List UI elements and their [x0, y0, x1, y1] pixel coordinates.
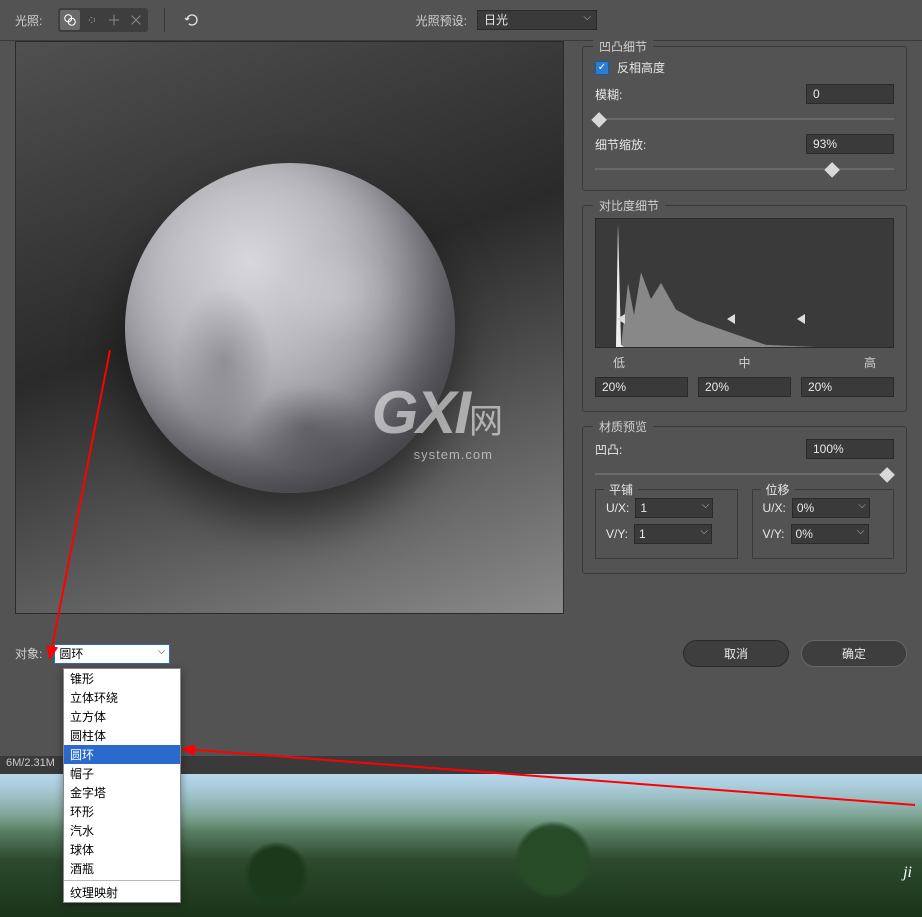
contrast-high-input[interactable]: [801, 377, 894, 397]
ok-button[interactable]: 确定: [801, 640, 907, 667]
offset-ux-label: U/X:: [763, 501, 786, 515]
contrast-low-input[interactable]: [595, 377, 688, 397]
tile-ux-select[interactable]: 1: [635, 498, 713, 518]
dropdown-item[interactable]: 圆柱体: [64, 726, 180, 745]
tile-ux-label: U/X:: [606, 501, 629, 515]
material-preview-group: 材质预览 凹凸: 平铺 U/X: 1 V/Y: [582, 426, 907, 574]
dropdown-item[interactable]: 立体环绕: [64, 688, 180, 707]
tile-vy-label: V/Y:: [606, 527, 628, 541]
undo-icon[interactable]: [181, 10, 201, 30]
light-tool-4[interactable]: [126, 10, 146, 30]
tile-group: 平铺 U/X: 1 V/Y: 1: [595, 489, 738, 559]
bump-amount-slider[interactable]: [595, 467, 894, 481]
invert-height-label: 反相高度: [617, 59, 665, 76]
tile-vy-select[interactable]: 1: [634, 524, 712, 544]
offset-vy-label: V/Y:: [763, 527, 785, 541]
detail-scale-input[interactable]: [806, 134, 894, 154]
light-tool-3[interactable]: [104, 10, 124, 30]
lighting-tools: [58, 8, 148, 32]
dropdown-item[interactable]: 汽水: [64, 821, 180, 840]
offset-ux-select[interactable]: 0%: [792, 498, 870, 518]
hist-mid-label: 中: [738, 354, 750, 371]
offset-title: 位移: [761, 481, 795, 498]
group-title: 凹凸细节: [593, 38, 653, 55]
offset-group: 位移 U/X: 0% V/Y: 0%: [752, 489, 895, 559]
object-label: 对象:: [15, 645, 42, 662]
bump-amount-input[interactable]: [806, 439, 894, 459]
preset-select[interactable]: 日光: [477, 10, 597, 30]
hist-high-label: 高: [864, 354, 876, 371]
dropdown-item[interactable]: 金字塔: [64, 783, 180, 802]
lighting-label: 光照:: [15, 12, 42, 29]
dropdown-item[interactable]: 圆环: [64, 745, 180, 764]
tile-title: 平铺: [604, 481, 638, 498]
blur-slider[interactable]: [595, 112, 894, 126]
preview-object: [125, 163, 455, 493]
bump-detail-group: 凹凸细节 ✓ 反相高度 模糊: 细节缩放:: [582, 46, 907, 191]
blur-label: 模糊:: [595, 86, 622, 103]
histogram[interactable]: [595, 218, 894, 348]
light-tool-1[interactable]: [60, 10, 80, 30]
hist-low-label: 低: [613, 354, 625, 371]
contrast-mid-input[interactable]: [698, 377, 791, 397]
dropdown-item[interactable]: 球体: [64, 840, 180, 859]
cancel-button[interactable]: 取消: [683, 640, 789, 667]
dropdown-item[interactable]: 环形: [64, 802, 180, 821]
light-tool-2[interactable]: [82, 10, 102, 30]
divider: [164, 8, 165, 32]
detail-scale-label: 细节缩放:: [595, 136, 646, 153]
dropdown-item[interactable]: 锥形: [64, 669, 180, 688]
offset-vy-select[interactable]: 0%: [791, 524, 869, 544]
contrast-detail-group: 对比度细节 低 中 高: [582, 205, 907, 412]
preview-viewport[interactable]: GXI网 system.com: [15, 41, 564, 614]
dropdown-item[interactable]: 立方体: [64, 707, 180, 726]
dropdown-item[interactable]: 帽子: [64, 764, 180, 783]
bump-amount-label: 凹凸:: [595, 441, 622, 458]
corner-text: ji: [903, 864, 912, 882]
invert-height-checkbox[interactable]: ✓: [595, 61, 609, 75]
group-title: 材质预览: [593, 418, 653, 435]
detail-scale-slider[interactable]: [595, 162, 894, 176]
blur-input[interactable]: [806, 84, 894, 104]
dropdown-item[interactable]: 酒瓶: [64, 859, 180, 878]
dropdown-item[interactable]: 纹理映射: [64, 883, 180, 902]
object-dropdown[interactable]: 锥形立体环绕立方体圆柱体圆环帽子金字塔环形汽水球体酒瓶纹理映射: [63, 668, 181, 903]
preset-label: 光照预设:: [416, 12, 467, 29]
group-title: 对比度细节: [593, 197, 665, 214]
object-select[interactable]: 圆环: [54, 644, 170, 664]
